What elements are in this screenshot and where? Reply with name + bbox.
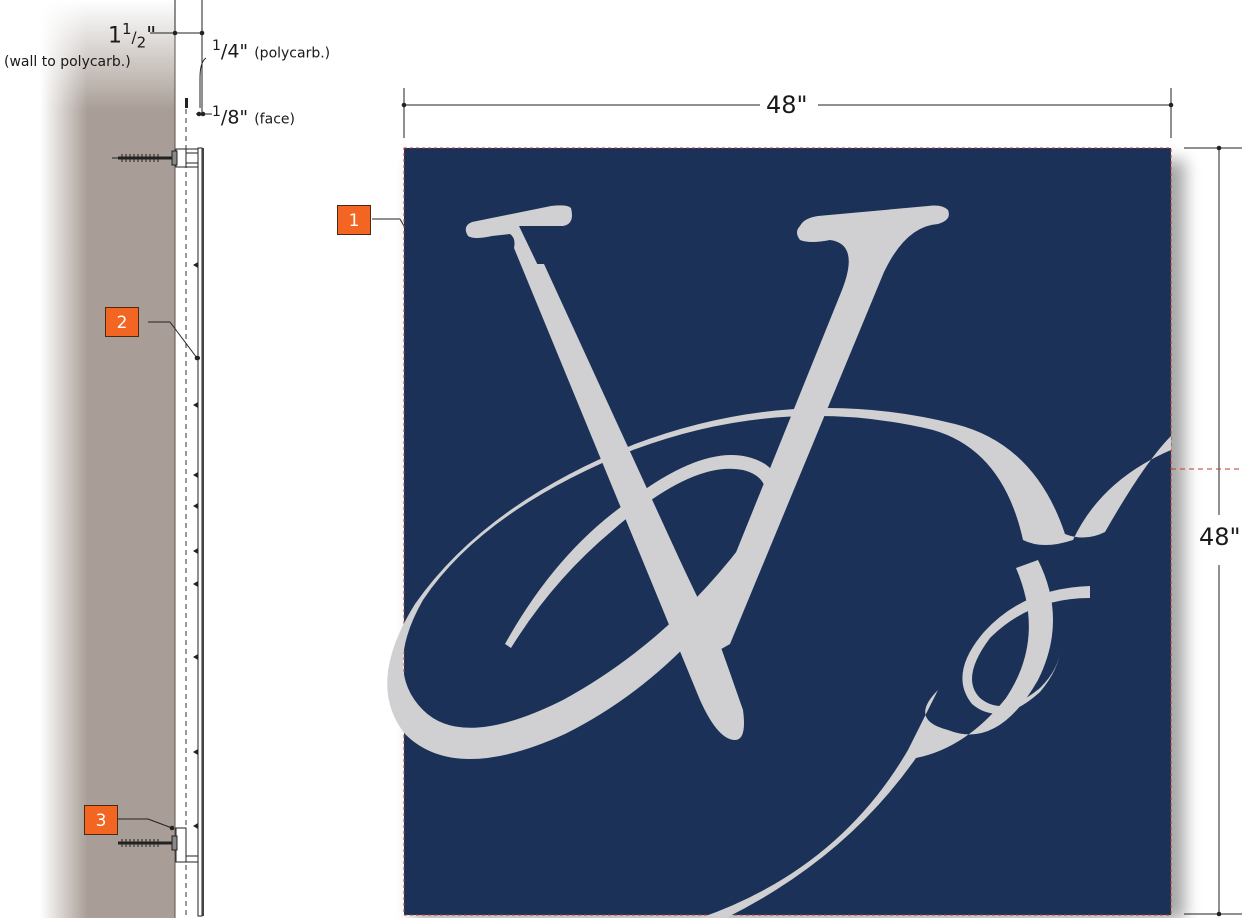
side-section-drawing [40,0,1242,918]
wall-dimension-note: (wall to polycarb.) [4,54,131,70]
callout-1: 1 [337,205,371,235]
face-dimension-label: 1/8" (face) [212,104,295,129]
face-panel [202,148,204,916]
face-dimension-note: (face) [254,111,295,128]
callout-3: 3 [84,805,118,835]
polycarb-dimension-label: 1/4" (polycarb.) [212,38,331,63]
mounting-studs [193,262,198,829]
width-dimension-label: 48" [766,91,808,119]
polycarb-dimension-note: (polycarb.) [254,45,331,62]
polycarbonate-panel [197,147,203,917]
wall-dimension-label: 11/2" [108,20,157,52]
height-dimension-label: 48" [1199,523,1241,551]
callout-2: 2 [105,307,139,337]
